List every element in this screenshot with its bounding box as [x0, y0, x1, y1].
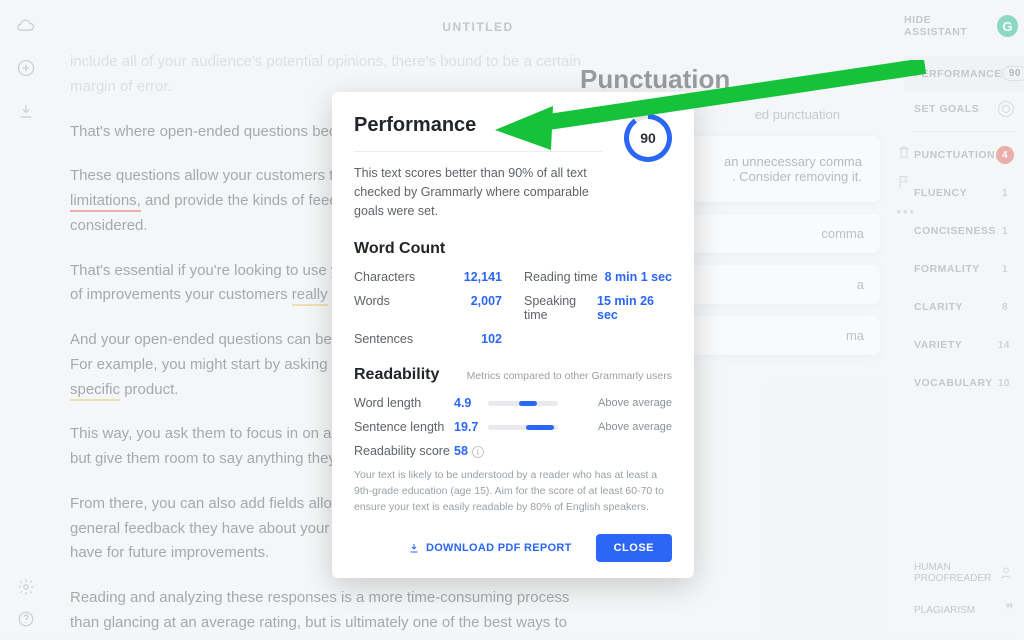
info-icon[interactable]: i	[472, 446, 484, 458]
word-count-stats: Characters12,141 Reading time8 min 1 sec…	[354, 270, 672, 346]
meter	[488, 425, 558, 430]
modal-title: Performance	[354, 114, 602, 137]
download-report-button[interactable]: DOWNLOAD PDF REPORT	[408, 542, 572, 554]
score-ring: 90	[624, 114, 672, 162]
readability-grid: Word length 4.9 Above average Sentence l…	[354, 396, 672, 458]
close-button[interactable]: CLOSE	[596, 534, 672, 562]
meter	[488, 401, 558, 406]
divider	[354, 151, 602, 152]
section-heading: Readability	[354, 366, 439, 384]
performance-modal: Performance This text scores better than…	[332, 92, 694, 578]
modal-description: This text scores better than 90% of all …	[354, 164, 602, 220]
hint-text: Metrics compared to other Grammarly user…	[467, 370, 672, 382]
section-heading: Word Count	[354, 240, 672, 258]
footnote: Your text is likely to be understood by …	[354, 468, 672, 515]
